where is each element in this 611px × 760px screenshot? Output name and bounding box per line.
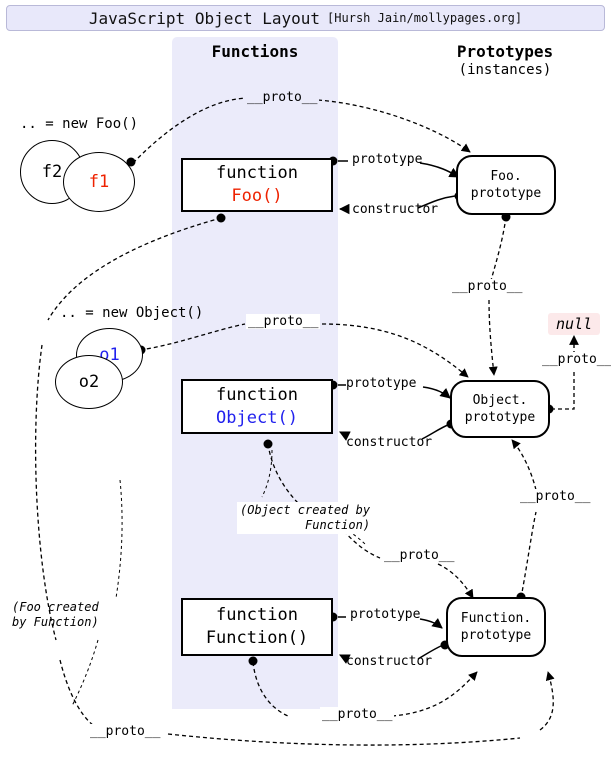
functions-column-heading: Functions xyxy=(211,42,299,61)
edge-label-foo-constructor: constructor xyxy=(352,202,439,217)
function-foo-line2: Foo() xyxy=(231,186,283,206)
instance-circle-f1: f1 xyxy=(63,152,135,212)
page-title: JavaScript Object Layout xyxy=(88,8,321,28)
prototypes-column-heading: Prototypes xyxy=(456,42,554,61)
function-function-line2: Function() xyxy=(205,628,309,648)
diagram-title-bar: JavaScript Object Layout [Hursh Jain/mol… xyxy=(6,5,605,31)
edge-label-object-prototype: prototype xyxy=(346,376,417,391)
prototypes-column-subheading: (instances) xyxy=(458,62,552,78)
instance-circle-o2-label: o2 xyxy=(78,372,100,392)
function-function-node[interactable]: function Function() xyxy=(181,598,333,656)
function-prototype-line2: prototype xyxy=(460,628,532,643)
function-object-line1: function xyxy=(216,384,298,405)
edge-label-proto-fooprototype-objectprototype: __proto__ xyxy=(450,279,525,294)
edge-label-proto-objectprototype-null: __proto__ xyxy=(540,352,611,367)
edge-label-proto-objectfn-functionprototype: __proto__ xyxy=(382,548,457,563)
edge-label-function-constructor: constructor xyxy=(346,654,433,669)
object-instances-caption: .. = new Object() xyxy=(60,305,204,321)
instance-circle-o2: o2 xyxy=(55,355,123,409)
null-node: null xyxy=(548,313,601,335)
function-function-line1: function xyxy=(216,605,298,625)
instance-circle-f2-label: f2 xyxy=(41,162,63,182)
function-prototype-node[interactable]: Function. prototype xyxy=(446,597,546,657)
title-credit: [Hursh Jain/mollypages.org] xyxy=(327,11,523,25)
function-foo-line1: function xyxy=(216,163,298,183)
edge-label-proto-functionfn-functionprototype: __proto__ xyxy=(320,707,395,722)
edge-label-proto-foofn-functionprototype: __proto__ xyxy=(88,724,163,739)
note-object-created-by-function: (Object created by Function) xyxy=(237,502,374,534)
foo-instances-caption: .. = new Foo() xyxy=(20,116,139,132)
object-prototype-node[interactable]: Object. prototype xyxy=(450,380,550,438)
foo-prototype-line1: Foo. xyxy=(490,169,522,184)
edge-label-foo-prototype: prototype xyxy=(352,152,423,167)
object-prototype-line1: Object. xyxy=(472,393,528,408)
edge-label-object-constructor: constructor xyxy=(346,435,433,450)
function-object-line2: Object() xyxy=(216,407,298,428)
edge-label-proto-o1-objectprototype: __proto__ xyxy=(246,314,321,329)
function-object-node[interactable]: function Object() xyxy=(181,379,333,434)
diagram-canvas: JavaScript Object Layout [Hursh Jain/mol… xyxy=(0,0,611,760)
edge-label-proto-f1-fooprototype: __proto__ xyxy=(245,90,320,105)
edge-label-function-prototype: prototype xyxy=(350,607,421,622)
object-prototype-line2: prototype xyxy=(464,410,536,425)
instance-circle-f1-label: f1 xyxy=(88,172,110,192)
function-prototype-line1: Function. xyxy=(460,611,532,626)
function-foo-node[interactable]: function Foo() xyxy=(181,158,333,212)
foo-prototype-line2: prototype xyxy=(470,186,542,201)
foo-prototype-node[interactable]: Foo. prototype xyxy=(456,155,556,215)
note-foo-created-by-function: (Foo created by Function) xyxy=(12,600,99,629)
edge-label-proto-functionprototype-objectprototype: __proto__ xyxy=(518,489,593,504)
